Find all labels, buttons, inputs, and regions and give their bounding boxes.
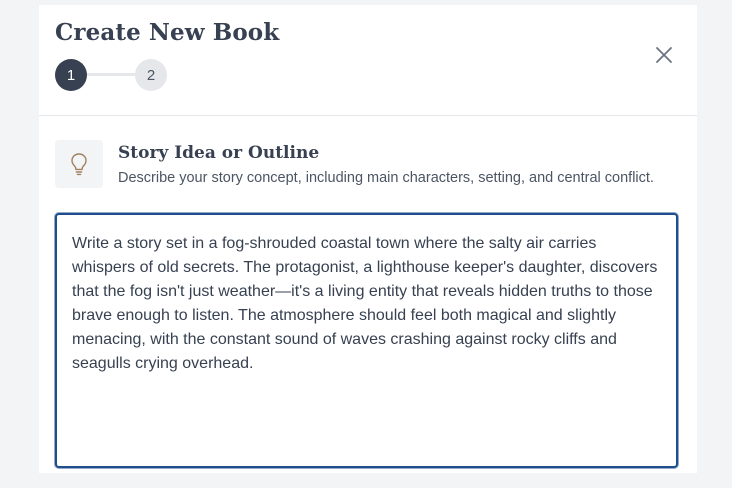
section-description: Describe your story concept, including m… <box>118 170 654 186</box>
step-2: 2 <box>135 59 167 91</box>
step-1: 1 <box>55 59 87 91</box>
close-button[interactable] <box>652 43 676 67</box>
section-icon-box <box>55 140 103 188</box>
lightbulb-icon <box>71 153 87 176</box>
modal-header: Create New Book 1 2 <box>39 5 697 116</box>
step-connector <box>87 73 135 76</box>
create-book-modal: Create New Book 1 2 Story Idea or Outlin… <box>39 5 697 473</box>
section-title: Story Idea or Outline <box>118 143 320 163</box>
story-idea-textarea[interactable]: Write a story set in a fog-shrouded coas… <box>55 213 678 468</box>
step-indicator: 1 2 <box>55 59 175 91</box>
modal-title: Create New Book <box>55 19 280 46</box>
close-icon <box>656 47 672 63</box>
